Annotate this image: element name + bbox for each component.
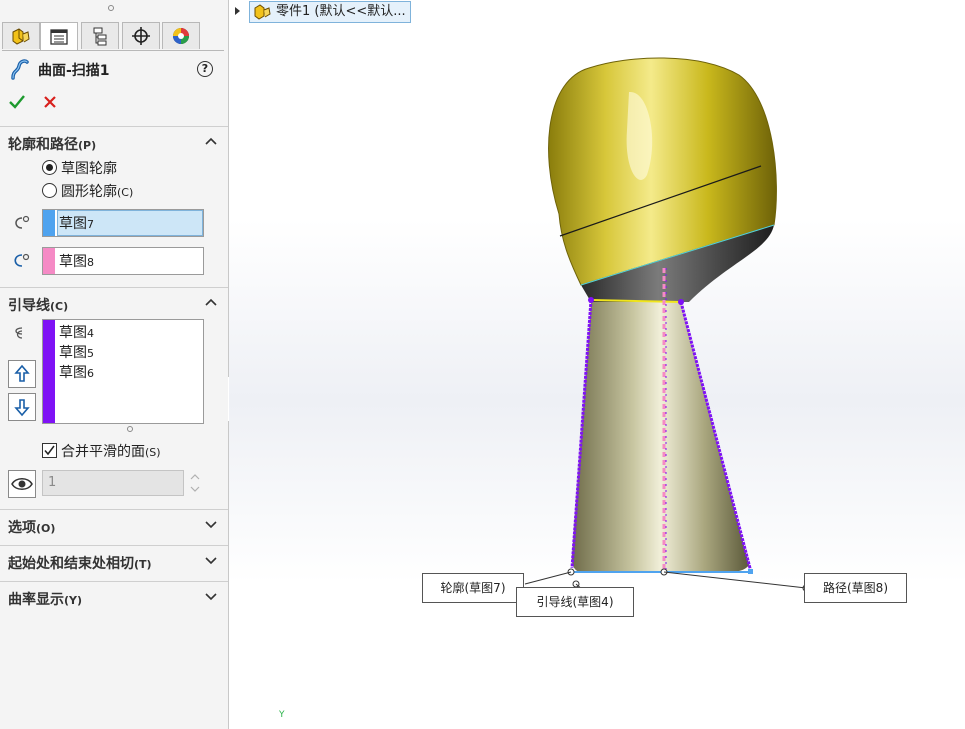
move-up-button[interactable] <box>8 360 36 388</box>
help-icon[interactable]: ? <box>197 61 213 77</box>
guide-callout[interactable]: 引导线(草图4) <box>516 587 634 617</box>
graphics-viewport[interactable]: 零件1 (默认<<默认... 轮廓(草图7) 引导线(草图4) 路径(草图8) … <box>229 0 965 729</box>
checkmark-icon <box>9 95 25 109</box>
chevron-down-icon[interactable] <box>204 555 218 565</box>
dimxpert-icon <box>132 27 150 45</box>
sweep-surface-model <box>524 57 810 592</box>
profile-selection-icon <box>15 215 30 229</box>
arrow-up-icon <box>14 364 30 382</box>
list-item[interactable]: 草图4 <box>59 322 94 342</box>
dimxpert-tab[interactable] <box>122 22 160 49</box>
profile-selection-box[interactable]: 草图7 <box>42 209 204 237</box>
section-curvature-display[interactable]: 曲率显示(Y) <box>0 581 228 612</box>
axis-label-y: Y <box>279 710 285 720</box>
section-options[interactable]: 选项(O) <box>0 509 228 540</box>
profile-color-swatch <box>43 210 55 236</box>
list-resize-grip[interactable] <box>127 426 133 432</box>
chevron-up-icon[interactable] <box>204 297 218 307</box>
feature-title-row: 曲面-扫描1 ? <box>8 58 220 82</box>
section-tangency[interactable]: 起始处和结束处相切(T) <box>0 545 228 576</box>
panel-grip[interactable] <box>108 5 114 11</box>
ok-button[interactable] <box>8 93 26 111</box>
section-guide-curves[interactable]: 引导线(C) <box>0 287 228 318</box>
property-manager-tab[interactable] <box>40 22 78 50</box>
spinner-arrows[interactable] <box>186 470 204 496</box>
section-count-input[interactable]: 1 <box>42 470 184 496</box>
display-manager-tab[interactable] <box>162 22 200 49</box>
show-sections-button[interactable] <box>8 470 36 498</box>
path-selection-icon <box>14 253 30 267</box>
close-icon <box>44 96 56 108</box>
manager-tabs <box>2 22 224 51</box>
path-color-swatch <box>43 248 55 274</box>
profile-callout[interactable]: 轮廓(草图7) <box>422 573 524 603</box>
chevron-up-icon[interactable] <box>204 136 218 146</box>
eye-icon <box>11 478 33 490</box>
chevron-down-icon[interactable] <box>204 519 218 529</box>
guide-color-swatch <box>43 320 55 423</box>
property-manager-icon <box>50 28 68 45</box>
guide-curves-list[interactable]: 草图4 草图5 草图6 <box>42 319 204 424</box>
feature-manager-icon <box>12 28 30 45</box>
list-item[interactable]: 草图6 <box>59 362 94 382</box>
property-manager-panel: 曲面-扫描1 ? 轮廓和路径(P) 草图轮廓 圆形轮廓(C) 草图7 草图8 引… <box>0 0 229 729</box>
move-down-button[interactable] <box>8 393 36 421</box>
display-manager-icon <box>173 28 189 44</box>
guide-curve-selection-icon <box>15 327 23 339</box>
list-item[interactable]: 草图5 <box>59 342 94 362</box>
path-selection-box[interactable]: 草图8 <box>42 247 204 275</box>
radio-button[interactable] <box>42 183 57 198</box>
arrow-down-icon <box>14 399 30 417</box>
sweep-feature-icon <box>11 59 29 80</box>
configuration-manager-tab[interactable] <box>81 22 119 49</box>
chevron-down-icon[interactable] <box>204 591 218 601</box>
radio-button[interactable] <box>42 160 57 175</box>
configuration-manager-icon <box>93 27 107 46</box>
feature-manager-tab[interactable] <box>2 22 40 49</box>
checkbox[interactable] <box>42 443 57 458</box>
section-guide-curves-title: 引导线(C) <box>8 298 69 314</box>
section-profile-path-title: 轮廓和路径(P) <box>8 137 97 153</box>
section-profile-path[interactable]: 轮廓和路径(P) <box>0 126 228 157</box>
feature-title: 曲面-扫描1 <box>38 63 110 79</box>
check-icon <box>44 445 55 456</box>
path-callout[interactable]: 路径(草图8) <box>804 573 907 603</box>
cancel-button[interactable] <box>42 93 58 111</box>
